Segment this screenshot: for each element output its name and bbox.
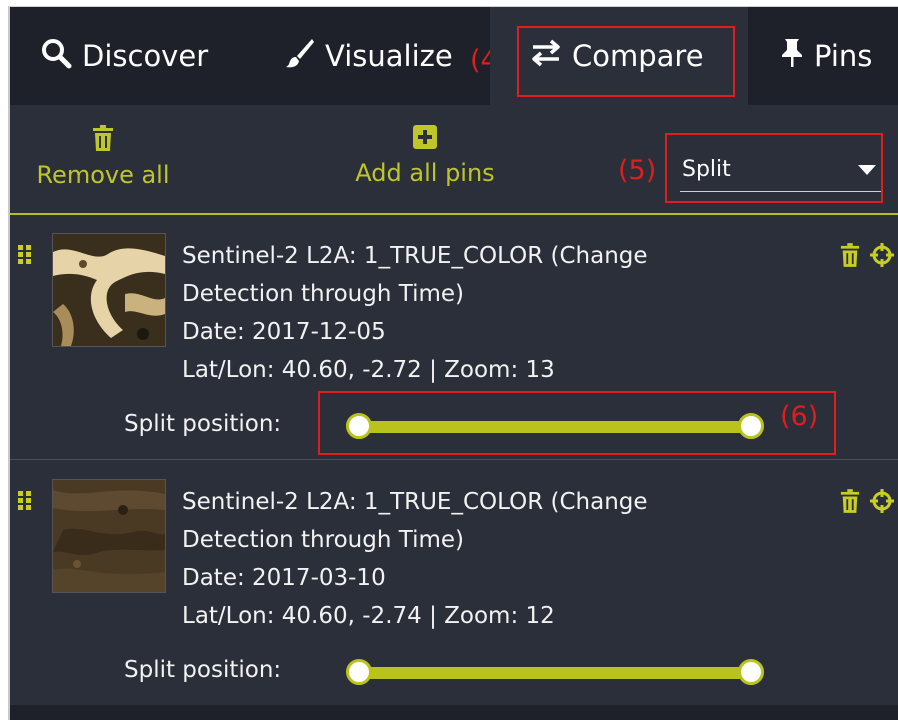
remove-all-button[interactable]: Remove all (30, 125, 176, 189)
tab-visualize-label: Visualize (325, 39, 453, 73)
trash-icon (30, 125, 176, 157)
split-position-label: Split position: (124, 657, 282, 683)
pin-actions (840, 489, 894, 517)
drag-handle-icon[interactable] (18, 245, 32, 265)
compare-toolbar: Remove all Add all pins (5) Split (10, 105, 898, 215)
pin-title: Sentinel-2 L2A: 1_TRUE_COLOR (Change Det… (182, 243, 648, 307)
plus-square-icon (350, 125, 500, 155)
split-start-handle[interactable] (346, 659, 372, 685)
pin-date: Date: 2017-03-10 (182, 565, 386, 591)
tab-discover[interactable]: Discover (40, 7, 230, 105)
add-all-pins-label: Add all pins (355, 159, 495, 187)
trash-icon[interactable] (840, 243, 860, 271)
tab-pins-label: Pins (814, 39, 873, 73)
panel-footer (10, 705, 898, 720)
add-all-pins-button[interactable]: Add all pins (350, 125, 500, 187)
search-icon (40, 37, 72, 76)
pin-thumbnail[interactable] (52, 233, 166, 347)
pin-actions (840, 243, 894, 271)
annotation-mode: (5) (618, 155, 657, 186)
split-end-handle[interactable] (738, 659, 764, 685)
tab-pins[interactable]: Pins (780, 7, 898, 105)
drag-handle-icon[interactable] (18, 491, 32, 511)
pushpin-icon (780, 37, 804, 76)
pin-date: Date: 2017-12-05 (182, 319, 386, 345)
pin-details: Sentinel-2 L2A: 1_TRUE_COLOR (Change Det… (182, 483, 742, 635)
annotation-box-slider (318, 391, 836, 455)
pin-details: Sentinel-2 L2A: 1_TRUE_COLOR (Change Det… (182, 237, 742, 389)
split-position-slider[interactable] (346, 659, 764, 685)
tab-discover-label: Discover (82, 39, 209, 73)
split-position-label: Split position: (124, 411, 282, 437)
pin-item: Sentinel-2 L2A: 1_TRUE_COLOR (Change Det… (10, 461, 898, 705)
trash-icon[interactable] (840, 489, 860, 517)
pin-thumbnail[interactable] (52, 479, 166, 593)
pin-location: Lat/Lon: 40.60, -2.74 | Zoom: 12 (182, 603, 555, 629)
paintbrush-icon (285, 37, 315, 76)
annotation-box-tabs (517, 26, 735, 97)
pin-title: Sentinel-2 L2A: 1_TRUE_COLOR (Change Det… (182, 489, 648, 553)
pin-item: Sentinel-2 L2A: 1_TRUE_COLOR (Change Det… (10, 215, 898, 460)
crosshair-icon[interactable] (870, 243, 894, 271)
pin-location: Lat/Lon: 40.60, -2.72 | Zoom: 13 (182, 357, 555, 383)
tab-visualize[interactable]: Visualize (285, 7, 475, 105)
annotation-box-mode (665, 133, 883, 203)
crosshair-icon[interactable] (870, 489, 894, 517)
tab-bar: Discover Visualize (4) Compare Pins (10, 7, 898, 105)
remove-all-label: Remove all (36, 161, 170, 189)
compare-panel: Discover Visualize (4) Compare Pins (8, 6, 898, 720)
